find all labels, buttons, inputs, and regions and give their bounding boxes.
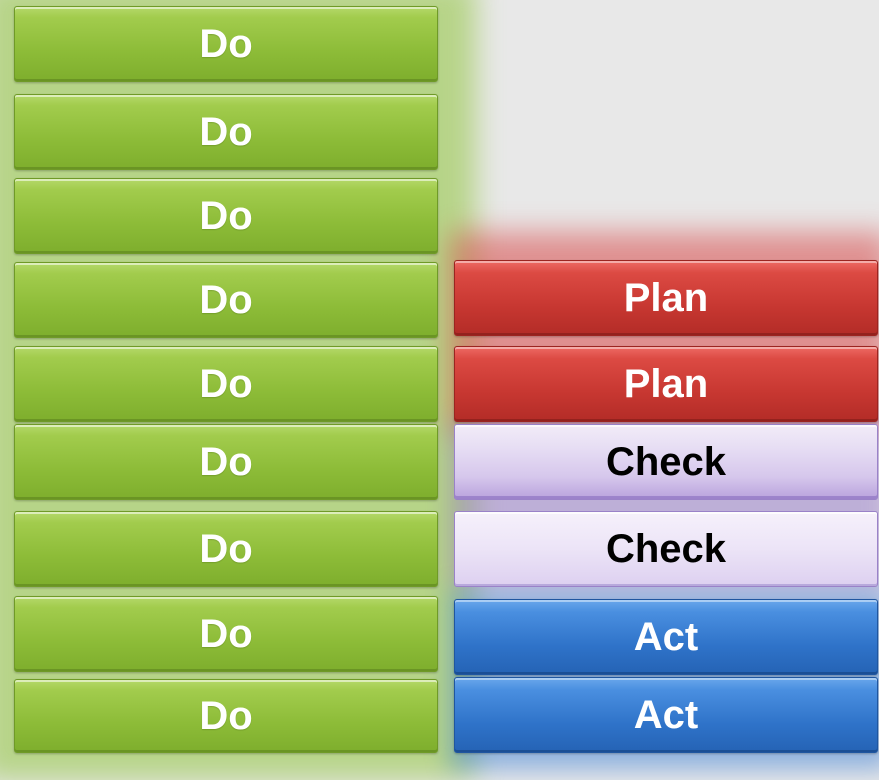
check-block-label: Check	[605, 526, 727, 571]
do-block-label: Do	[199, 526, 253, 571]
act-block-label: Act	[633, 692, 699, 737]
do-block: Do	[14, 679, 438, 753]
check-block: Check	[454, 511, 878, 587]
plan-block-label: Plan	[623, 361, 709, 406]
do-block: Do	[14, 262, 438, 338]
do-block: Do	[14, 424, 438, 500]
do-block-label: Do	[199, 611, 253, 656]
do-block: Do	[14, 178, 438, 254]
do-block-label: Do	[199, 693, 253, 738]
plan-block: Plan	[454, 346, 878, 422]
do-block-label: Do	[199, 361, 253, 406]
act-block: Act	[454, 599, 878, 675]
do-block: Do	[14, 346, 438, 422]
do-block-label: Do	[199, 277, 253, 322]
do-block-label: Do	[199, 109, 253, 154]
check-block: Check	[454, 424, 878, 500]
plan-block: Plan	[454, 260, 878, 336]
do-block: Do	[14, 511, 438, 587]
do-block-label: Do	[199, 21, 253, 66]
do-block: Do	[14, 6, 438, 82]
do-block: Do	[14, 94, 438, 170]
act-block: Act	[454, 677, 878, 753]
do-block-label: Do	[199, 193, 253, 238]
do-block: Do	[14, 596, 438, 672]
plan-block-label: Plan	[623, 275, 709, 320]
do-block-label: Do	[199, 439, 253, 484]
check-block-label: Check	[605, 439, 727, 484]
act-block-label: Act	[633, 614, 699, 659]
